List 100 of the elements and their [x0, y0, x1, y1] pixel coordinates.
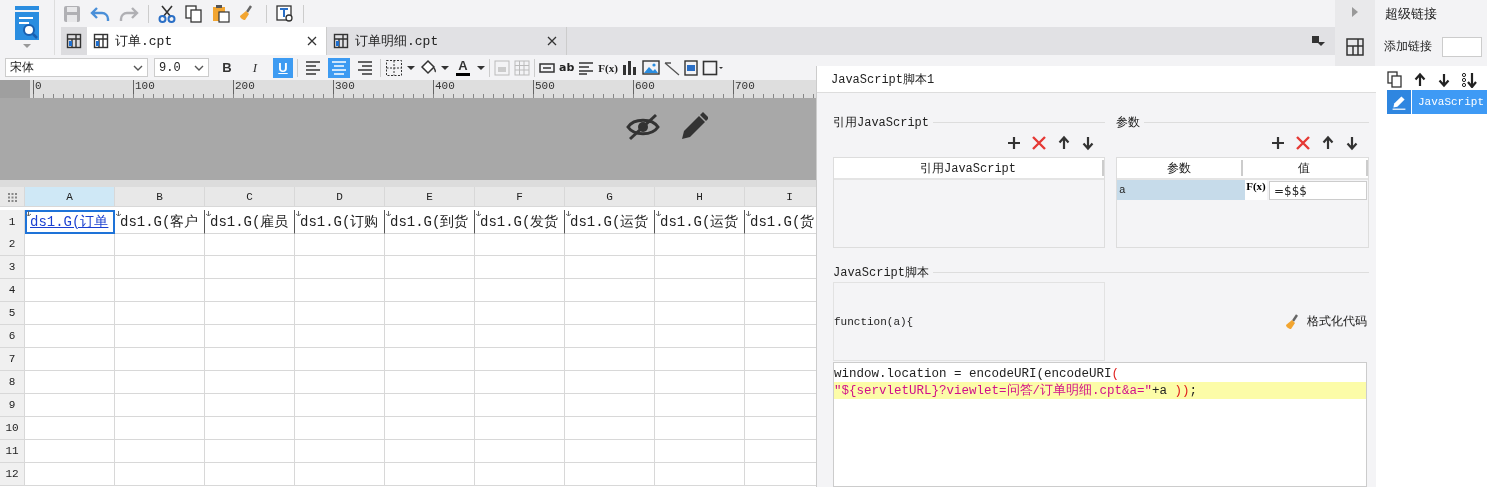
table-cell[interactable] [475, 256, 565, 279]
row-header[interactable]: 12 [0, 463, 25, 486]
table-cell[interactable] [205, 394, 295, 417]
font-color-button[interactable]: A [453, 57, 473, 78]
table-cell[interactable]: ds1.G(订购 [295, 210, 385, 234]
merge-cells-icon[interactable] [494, 59, 510, 76]
table-cell[interactable] [475, 394, 565, 417]
undo-icon[interactable] [90, 5, 110, 22]
table-cell[interactable] [475, 279, 565, 302]
row-header[interactable]: 11 [0, 440, 25, 463]
size-select[interactable]: 9.0 [154, 58, 209, 77]
close-icon[interactable] [546, 35, 558, 47]
table-cell[interactable] [475, 440, 565, 463]
table-cell[interactable] [25, 371, 115, 394]
layout-icon[interactable] [1346, 38, 1364, 56]
table-cell[interactable] [655, 233, 745, 256]
table-cell[interactable] [115, 256, 205, 279]
table-cell[interactable] [115, 463, 205, 486]
table-cell[interactable] [295, 440, 385, 463]
row-header[interactable]: 3 [0, 256, 25, 279]
eye-slash-icon[interactable] [626, 112, 660, 142]
table-cell[interactable] [655, 417, 745, 440]
table-cell[interactable] [385, 348, 475, 371]
table-cell[interactable] [565, 302, 655, 325]
table-cell[interactable] [295, 417, 385, 440]
table-cell[interactable]: ds1.G(发货 [475, 210, 565, 234]
table-cell[interactable] [205, 256, 295, 279]
new-sheet-icon[interactable] [66, 33, 82, 49]
row-header[interactable]: 1 [0, 210, 25, 234]
table-cell[interactable] [25, 302, 115, 325]
table-cell[interactable] [385, 279, 475, 302]
table-cell[interactable] [205, 302, 295, 325]
table-cell[interactable] [205, 348, 295, 371]
document-search-icon[interactable] [13, 6, 41, 40]
table-cell[interactable] [25, 440, 115, 463]
dropdown-icon[interactable] [1311, 35, 1325, 47]
table-cell[interactable] [385, 233, 475, 256]
text-field-icon[interactable] [539, 62, 555, 73]
delete-icon[interactable] [1031, 135, 1047, 151]
formula-tool[interactable]: F(x) [598, 61, 618, 74]
row-header[interactable]: 10 [0, 417, 25, 440]
sort-icon[interactable] [1461, 72, 1477, 88]
paste-icon[interactable] [212, 4, 230, 23]
table-cell[interactable] [475, 463, 565, 486]
add-link-field[interactable] [1442, 36, 1482, 57]
table-cell[interactable] [655, 256, 745, 279]
table-cell[interactable] [205, 233, 295, 256]
table-icon[interactable] [514, 59, 530, 76]
bold-button[interactable]: B [217, 57, 237, 78]
column-header[interactable]: B [115, 187, 205, 207]
table-cell[interactable] [475, 371, 565, 394]
parameter-name[interactable]: a [1117, 180, 1245, 200]
table-cell[interactable] [475, 325, 565, 348]
redo-icon[interactable] [119, 5, 139, 22]
table-cell[interactable] [25, 256, 115, 279]
table-cell[interactable] [475, 348, 565, 371]
column-header[interactable]: A [25, 187, 115, 207]
table-cell[interactable] [25, 394, 115, 417]
table-cell[interactable] [295, 302, 385, 325]
table-cell[interactable] [115, 279, 205, 302]
row-header[interactable]: 6 [0, 325, 25, 348]
row-header[interactable]: 4 [0, 279, 25, 302]
table-cell[interactable] [565, 279, 655, 302]
table-cell[interactable] [655, 279, 745, 302]
table-cell[interactable] [385, 325, 475, 348]
down-arrow-icon[interactable] [1081, 135, 1095, 151]
select-all-icon[interactable] [7, 191, 17, 202]
table-cell[interactable] [115, 440, 205, 463]
column-header[interactable]: C [205, 187, 295, 207]
code-editor[interactable]: window.location = encodeURI(encodeURI( "${servletURL}?viewlet=问答/订单明细.cpt&a="+a )); [833, 362, 1367, 487]
table-cell[interactable] [385, 394, 475, 417]
close-icon[interactable] [306, 35, 318, 47]
table-cell[interactable] [205, 325, 295, 348]
table-cell[interactable] [115, 325, 205, 348]
table-cell[interactable] [205, 440, 295, 463]
table-cell[interactable] [655, 440, 745, 463]
table-cell[interactable] [295, 463, 385, 486]
format-code-button[interactable]: 格式化代码 [1285, 313, 1367, 330]
file-tab[interactable]: 订单.cpt [87, 27, 327, 55]
table-cell[interactable] [565, 440, 655, 463]
copy-icon[interactable] [185, 4, 203, 23]
table-cell[interactable] [115, 302, 205, 325]
table-cell[interactable] [565, 256, 655, 279]
table-cell[interactable] [385, 463, 475, 486]
row-header[interactable]: 9 [0, 394, 25, 417]
text-tool[interactable]: ab [559, 61, 575, 74]
table-cell[interactable] [385, 440, 475, 463]
table-cell[interactable] [475, 233, 565, 256]
table-cell[interactable] [565, 371, 655, 394]
save-icon[interactable] [63, 4, 81, 23]
delete-icon[interactable] [1295, 135, 1311, 151]
row-header[interactable]: 2 [0, 233, 25, 256]
table-cell[interactable] [295, 325, 385, 348]
table-cell[interactable] [295, 371, 385, 394]
table-cell[interactable] [205, 371, 295, 394]
down-arrow-icon[interactable] [1437, 72, 1451, 88]
table-cell[interactable] [385, 256, 475, 279]
bar-chart-icon[interactable] [621, 60, 638, 75]
copy-icon[interactable] [1387, 71, 1403, 89]
table-cell[interactable] [25, 325, 115, 348]
